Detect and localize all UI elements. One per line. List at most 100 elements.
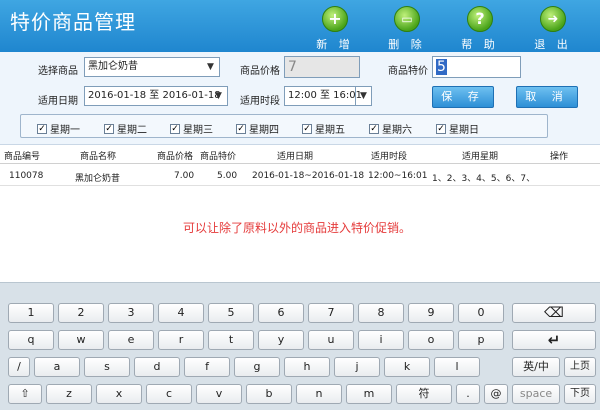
col-code: 商品编号 (4, 152, 41, 162)
checkbox-icon[interactable]: ✓ (436, 123, 446, 134)
delete-button[interactable]: ▭ 删 除 (385, 6, 429, 51)
cell-name: 黑加仑奶昔 (75, 174, 121, 184)
checkbox-icon[interactable]: ✓ (170, 123, 180, 134)
page-up-key[interactable]: 上页 (564, 357, 596, 377)
checkbox-icon[interactable]: ✓ (104, 123, 114, 134)
key-v[interactable]: v (196, 384, 242, 404)
key-b[interactable]: b (246, 384, 292, 404)
virtual-keyboard: 1 2 3 4 5 6 7 8 9 0 ⌫ q w e r t y u i o … (0, 282, 600, 410)
key-4[interactable]: 4 (158, 303, 204, 323)
table-row[interactable]: 110078 黑加仑奶昔 7.00 5.00 2016-01-18~2016-0… (0, 166, 600, 186)
key-g[interactable]: g (234, 357, 280, 377)
key-s[interactable]: s (84, 357, 130, 377)
product-select[interactable]: 黑加仑奶昔 ▼ (84, 57, 220, 77)
shift-key[interactable]: ⇧ (8, 384, 42, 404)
key-w[interactable]: w (58, 330, 104, 350)
col-special-price: 商品特价 (200, 152, 237, 162)
col-weekdays: 适用星期 (462, 152, 499, 162)
key-e[interactable]: e (108, 330, 154, 350)
lang-toggle-key[interactable]: 英/中 (512, 357, 560, 377)
cancel-button[interactable]: 取 消 (516, 86, 578, 108)
add-button[interactable]: + 新 增 (313, 6, 357, 51)
col-time: 适用时段 (371, 152, 408, 162)
key-5[interactable]: 5 (208, 303, 254, 323)
key-7[interactable]: 7 (308, 303, 354, 323)
weekday-monday[interactable]: ✓ 星期一 (37, 121, 80, 136)
key-p[interactable]: p (458, 330, 504, 350)
key-6[interactable]: 6 (258, 303, 304, 323)
weekday-thursday[interactable]: ✓ 星期四 (236, 121, 279, 136)
key-q[interactable]: q (8, 330, 54, 350)
key-i[interactable]: i (358, 330, 404, 350)
col-name: 商品名称 (80, 152, 117, 162)
key-period[interactable]: . (456, 384, 480, 404)
key-9[interactable]: 9 (408, 303, 454, 323)
key-at[interactable]: @ (484, 384, 508, 404)
space-key[interactable]: space (512, 384, 560, 404)
weekday-group: ✓ 星期一 ✓ 星期二 ✓ 星期三 ✓ 星期四 ✓ 星期五 ✓ 星期六 ✓ 星期日 (20, 114, 548, 138)
key-r[interactable]: r (158, 330, 204, 350)
save-button[interactable]: 保 存 (432, 86, 494, 108)
help-label: 帮 助 (461, 38, 499, 51)
date-label: 适用日期 (38, 96, 78, 107)
cell-date: 2016-01-18~2016-01-18 (252, 171, 365, 181)
checkbox-icon[interactable]: ✓ (369, 123, 379, 134)
hint-text: 可以让除了原料以外的商品进入特价促销。 (183, 221, 412, 235)
key-h[interactable]: h (284, 357, 330, 377)
key-o[interactable]: o (408, 330, 454, 350)
exit-button[interactable]: ➜ 退 出 (531, 6, 575, 51)
cell-code: 110078 (9, 171, 44, 181)
key-1[interactable]: 1 (8, 303, 54, 323)
key-u[interactable]: u (308, 330, 354, 350)
weekday-sunday[interactable]: ✓ 星期日 (436, 121, 479, 136)
help-button[interactable]: ? 帮 助 (458, 6, 502, 51)
cell-price: 7.00 (174, 171, 195, 181)
chevron-down-icon[interactable]: ▼ (355, 86, 372, 106)
table-header: 商品编号 商品名称 商品价格 商品特价 适用日期 适用时段 适用星期 操作 (0, 146, 600, 164)
key-m[interactable]: m (346, 384, 392, 404)
key-c[interactable]: c (146, 384, 192, 404)
key-k[interactable]: k (384, 357, 430, 377)
special-price-label: 商品特价 (388, 66, 428, 77)
date-range-select[interactable]: 2016-01-18 至 2016-01-18 ▼ (84, 86, 228, 106)
chevron-down-icon[interactable]: ▼ (210, 87, 227, 105)
col-action: 操作 (550, 152, 569, 162)
key-j[interactable]: j (334, 357, 380, 377)
key-n[interactable]: n (296, 384, 342, 404)
special-price-input[interactable]: 5 (432, 56, 521, 78)
backspace-key[interactable]: ⌫ (512, 303, 596, 323)
product-label: 选择商品 (38, 66, 78, 77)
chevron-down-icon[interactable]: ▼ (202, 58, 219, 76)
checkbox-icon[interactable]: ✓ (302, 123, 312, 134)
key-y[interactable]: y (258, 330, 304, 350)
key-a[interactable]: a (34, 357, 80, 377)
page-down-key[interactable]: 下页 (564, 384, 596, 404)
app-title: 特价商品管理 (10, 10, 136, 34)
weekday-tuesday[interactable]: ✓ 星期二 (104, 121, 147, 136)
key-8[interactable]: 8 (358, 303, 404, 323)
checkbox-icon[interactable]: ✓ (37, 123, 47, 134)
key-0[interactable]: 0 (458, 303, 504, 323)
checkbox-icon[interactable]: ✓ (236, 123, 246, 134)
key-f[interactable]: f (184, 357, 230, 377)
key-2[interactable]: 2 (58, 303, 104, 323)
col-price: 商品价格 (157, 152, 194, 162)
weekday-wednesday[interactable]: ✓ 星期三 (170, 121, 213, 136)
key-l[interactable]: l (434, 357, 480, 377)
key-d[interactable]: d (134, 357, 180, 377)
weekday-saturday[interactable]: ✓ 星期六 (369, 121, 412, 136)
help-icon: ? (467, 6, 493, 32)
weekday-friday[interactable]: ✓ 星期五 (302, 121, 345, 136)
key-z[interactable]: z (46, 384, 92, 404)
key-x[interactable]: x (96, 384, 142, 404)
exit-icon: ➜ (540, 6, 566, 32)
exit-label: 退 出 (534, 38, 572, 51)
col-date: 适用日期 (277, 152, 314, 162)
key-slash[interactable]: / (8, 357, 30, 377)
key-t[interactable]: t (208, 330, 254, 350)
key-3[interactable]: 3 (108, 303, 154, 323)
time-range-select[interactable]: 12:00 至 16:01 ▼ (284, 86, 372, 106)
cell-special-price: 5.00 (217, 171, 238, 181)
enter-key[interactable]: ↵ (512, 330, 596, 350)
symbol-key[interactable]: 符 (396, 384, 452, 404)
